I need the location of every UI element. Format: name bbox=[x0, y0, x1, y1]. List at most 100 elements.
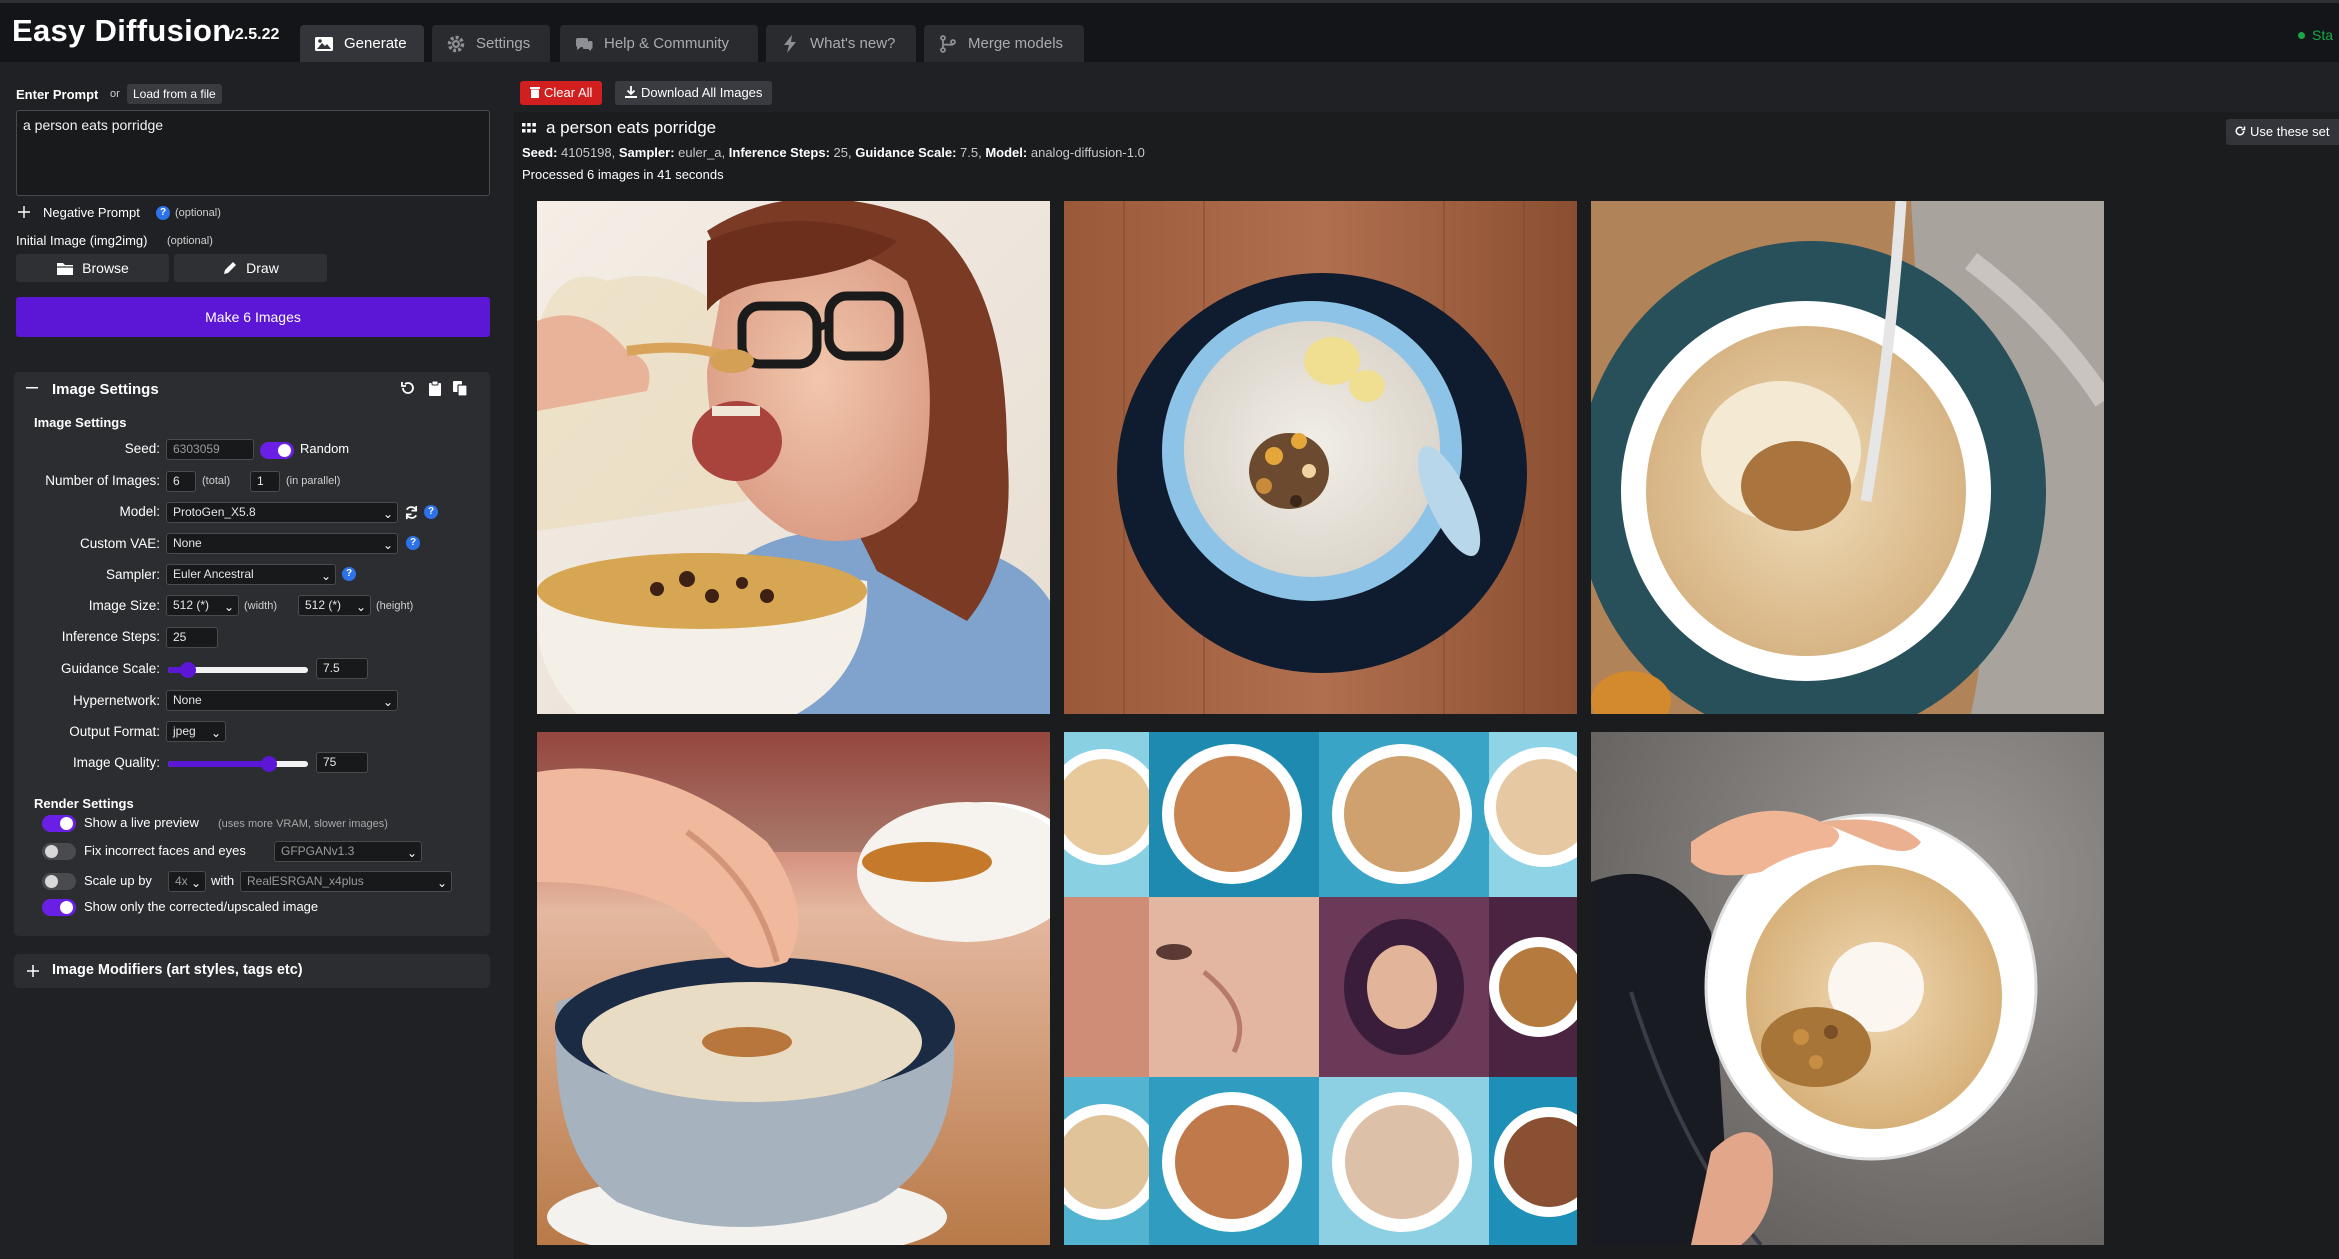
seed-input[interactable]: 6303059 bbox=[166, 439, 254, 460]
collapse-minus-icon[interactable] bbox=[26, 387, 38, 389]
hypernetwork-select[interactable]: None ⌄ bbox=[166, 690, 398, 711]
height-hint: (height) bbox=[376, 600, 414, 612]
vae-select[interactable]: None ⌄ bbox=[166, 533, 398, 554]
woman-eating-porridge-image bbox=[537, 201, 1050, 714]
hand-holding-bowl-image bbox=[1591, 732, 2104, 1245]
image-quality-label: Image Quality: bbox=[72, 755, 160, 770]
initial-image-label: Initial Image (img2img) bbox=[16, 233, 148, 248]
use-settings-label: Use these set bbox=[2250, 124, 2330, 139]
porridge-spoon-image bbox=[1591, 201, 2104, 714]
expand-plus-icon[interactable] bbox=[27, 965, 39, 977]
sampler-select[interactable]: Euler Ancestral ⌄ bbox=[166, 564, 336, 585]
guidance-scale-slider[interactable] bbox=[168, 662, 308, 678]
expand-plus-icon[interactable] bbox=[18, 206, 30, 218]
tab-label: Help & Community bbox=[604, 35, 730, 52]
result-image-3[interactable] bbox=[1591, 201, 2104, 714]
prompt-input[interactable]: a person eats porridge bbox=[16, 110, 490, 196]
face-model-select[interactable]: GFPGANv1.3 ⌄ bbox=[274, 841, 422, 862]
custom-vae-label: Custom VAE: bbox=[79, 536, 160, 551]
output-format-label: Output Format: bbox=[69, 724, 160, 739]
tab-whats-new[interactable]: What's new? bbox=[766, 25, 916, 62]
model-select[interactable]: ProtoGen_X5.8 ⌄ bbox=[166, 502, 398, 523]
result-image-4[interactable] bbox=[537, 732, 1050, 1245]
guidance-scale-input[interactable]: 7.5 bbox=[316, 658, 368, 679]
prompt-or-text: or bbox=[110, 88, 120, 100]
refresh-icon[interactable] bbox=[404, 505, 419, 520]
parallel-hint: (in parallel) bbox=[286, 475, 341, 487]
load-from-file-button[interactable]: Load from a file bbox=[127, 84, 222, 104]
live-preview-hint: (uses more VRAM, slower images) bbox=[218, 818, 388, 830]
trash-icon bbox=[530, 87, 540, 98]
initial-image-optional-hint: (optional) bbox=[167, 235, 213, 247]
tab-label: Generate bbox=[344, 35, 407, 52]
live-preview-toggle[interactable] bbox=[42, 815, 76, 832]
fix-faces-toggle[interactable] bbox=[42, 843, 76, 860]
sampler-help-icon[interactable]: ? bbox=[342, 567, 356, 581]
reset-icon[interactable] bbox=[400, 380, 416, 396]
negative-prompt-label[interactable]: Negative Prompt bbox=[43, 205, 140, 220]
upscale-model-select[interactable]: RealESRGAN_x4plus ⌄ bbox=[240, 871, 452, 892]
tab-help-community[interactable]: Help & Community bbox=[560, 25, 758, 62]
image-settings-title[interactable]: Image Settings bbox=[52, 381, 159, 398]
vae-help-icon[interactable]: ? bbox=[406, 536, 420, 550]
draw-button[interactable]: Draw bbox=[174, 254, 327, 282]
upscale-toggle[interactable] bbox=[42, 873, 76, 890]
result-image-5[interactable] bbox=[1064, 732, 1577, 1245]
draw-label: Draw bbox=[246, 260, 279, 276]
result-image-6[interactable] bbox=[1591, 732, 2104, 1245]
width-select[interactable]: 512 (*) ⌄ bbox=[166, 595, 239, 616]
inference-steps-label: Inference Steps: bbox=[61, 629, 160, 644]
inference-steps-input[interactable]: 25 bbox=[166, 627, 218, 648]
clear-all-label: Clear All bbox=[544, 85, 593, 100]
seed-label: Seed: bbox=[124, 441, 160, 456]
num-images-parallel-input[interactable]: 1 bbox=[250, 471, 280, 492]
fix-faces-label: Fix incorrect faces and eyes bbox=[84, 843, 246, 858]
download-all-button[interactable]: Download All Images bbox=[615, 81, 773, 105]
use-these-settings-button[interactable]: Use these set bbox=[2226, 119, 2339, 145]
image-settings-section-title: Image Settings bbox=[34, 415, 127, 430]
height-select[interactable]: 512 (*) ⌄ bbox=[298, 595, 371, 616]
download-all-label: Download All Images bbox=[641, 85, 763, 100]
clear-all-button[interactable]: Clear All bbox=[520, 81, 603, 105]
copy-icon[interactable] bbox=[452, 380, 468, 397]
image-quality-slider[interactable] bbox=[168, 756, 308, 772]
number-of-images-label: Number of Images: bbox=[45, 473, 160, 488]
prompt-label: Enter Prompt bbox=[16, 87, 99, 102]
status-text: Sta bbox=[2312, 27, 2334, 43]
negative-optional-hint: (optional) bbox=[175, 207, 221, 219]
help-icon[interactable]: ? bbox=[156, 206, 170, 220]
gear-icon bbox=[447, 35, 465, 53]
random-seed-toggle[interactable] bbox=[260, 442, 294, 459]
tab-settings[interactable]: Settings bbox=[432, 25, 550, 62]
top-bar: Easy Diffusion v2.5.22 Generate Settings… bbox=[0, 0, 2339, 62]
status-indicator bbox=[2298, 32, 2305, 39]
image-modifiers-panel[interactable]: Image Modifiers (art styles, tags etc) bbox=[14, 954, 490, 988]
sampler-label: Sampler: bbox=[105, 567, 160, 582]
result-image-2[interactable] bbox=[1064, 201, 1577, 714]
image-modifiers-title[interactable]: Image Modifiers (art styles, tags etc) bbox=[52, 962, 303, 978]
image-size-label: Image Size: bbox=[88, 598, 160, 613]
download-icon bbox=[625, 86, 637, 98]
model-help-icon[interactable]: ? bbox=[424, 505, 438, 519]
porridge-bowl-table-image bbox=[1064, 201, 1577, 714]
only-corrected-label: Show only the corrected/upscaled image bbox=[84, 899, 319, 914]
image-quality-input[interactable]: 75 bbox=[316, 752, 368, 773]
tab-label: What's new? bbox=[810, 35, 896, 52]
result-image-1[interactable] bbox=[537, 201, 1050, 714]
clipboard-icon[interactable] bbox=[428, 380, 442, 397]
scale-up-label: Scale up by bbox=[84, 873, 152, 888]
upscale-factor-select[interactable]: 4x ⌄ bbox=[168, 871, 206, 892]
tab-generate[interactable]: Generate bbox=[300, 25, 424, 62]
render-settings-title: Render Settings bbox=[34, 796, 134, 811]
total-hint: (total) bbox=[202, 475, 231, 487]
make-images-button[interactable]: Make 6 Images bbox=[16, 297, 490, 337]
redo-icon bbox=[2235, 126, 2246, 136]
bolt-icon bbox=[784, 35, 796, 53]
pencil-icon bbox=[224, 262, 237, 274]
output-format-select[interactable]: jpeg ⌄ bbox=[166, 721, 226, 742]
browse-button[interactable]: Browse bbox=[16, 254, 169, 282]
only-corrected-toggle[interactable] bbox=[42, 899, 76, 916]
tab-merge-models[interactable]: Merge models bbox=[924, 25, 1084, 62]
num-images-total-input[interactable]: 6 bbox=[166, 471, 196, 492]
guidance-scale-label: Guidance Scale: bbox=[60, 661, 160, 676]
